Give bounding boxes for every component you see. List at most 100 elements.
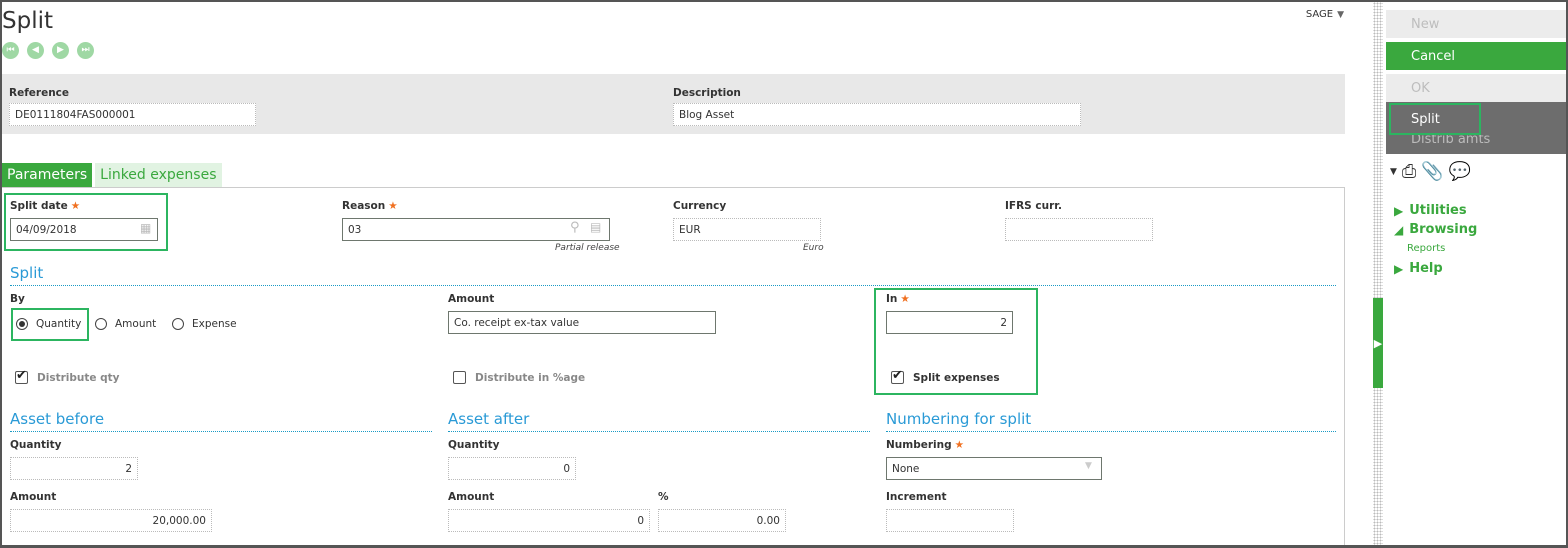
currency-label: Currency (673, 200, 727, 212)
reference-field[interactable]: DE0111804FAS000001 (9, 103, 256, 126)
asset-after-title: Asset after (448, 410, 530, 428)
split-date-field[interactable]: 04/09/2018 (10, 218, 158, 241)
asset-before-amount-field[interactable]: 20,000.00 (10, 509, 212, 532)
caret-down-icon: ▼ (1337, 10, 1344, 20)
checkbox-unchecked-icon (453, 371, 466, 384)
attachment-icon[interactable]: 📎 (1421, 163, 1443, 181)
user-menu-label: SAGE (1305, 9, 1334, 20)
search-icon[interactable]: ⚲ (570, 220, 580, 235)
asset-after-quantity-field[interactable]: 0 (448, 457, 576, 480)
menu-browsing[interactable]: ◢ Browsing (1394, 222, 1477, 237)
detail-list-icon[interactable]: ▤ (590, 220, 601, 234)
header-band: Reference DE0111804FAS000001 Description… (2, 74, 1345, 134)
tab-bar: Parameters Linked expenses (2, 163, 222, 187)
increment-label: Increment (886, 491, 947, 503)
by-label: By (10, 293, 25, 305)
ok-button[interactable]: OK (1386, 74, 1566, 102)
distribute-qty-label: Distribute qty (37, 371, 120, 384)
required-icon: ★ (388, 200, 398, 212)
radio-amount-label: Amount (115, 318, 157, 330)
asset-after-pct-label: % (658, 491, 669, 503)
radio-quantity[interactable]: Quantity (16, 318, 81, 330)
new-button[interactable]: New (1386, 10, 1566, 38)
expand-arrow-icon: ▶ (1373, 336, 1383, 350)
ifrs-currency-field[interactable] (1005, 218, 1153, 241)
record-navigation: ⏮ ◀ ▶ ⏭ (2, 42, 94, 59)
numbering-select[interactable]: None (886, 457, 1102, 480)
previous-record-icon[interactable]: ◀ (27, 42, 44, 59)
asset-after-divider (448, 431, 870, 432)
reason-label-text: Reason (342, 200, 386, 212)
currency-field[interactable]: EUR (673, 218, 821, 241)
asset-after-amount-field[interactable]: 0 (448, 509, 650, 532)
expand-panel-handle[interactable]: ▶ (1373, 298, 1383, 388)
cancel-button[interactable]: Cancel (1386, 42, 1566, 70)
dropdown-arrow-icon[interactable]: ▼ (1085, 461, 1092, 471)
reason-label: Reason ★ (342, 200, 398, 212)
split-date-label: Split date ★ (10, 200, 80, 212)
asset-before-quantity-label: Quantity (10, 439, 62, 451)
numbering-divider (886, 431, 1336, 432)
radio-unselected-icon (172, 318, 184, 330)
user-menu[interactable]: SAGE ▼ (1306, 9, 1344, 20)
amount-basis-field[interactable]: Co. receipt ex-tax value (448, 311, 716, 334)
next-record-icon[interactable]: ▶ (52, 42, 69, 59)
required-icon: ★ (70, 200, 81, 212)
distribute-pct-label: Distribute in %age (475, 371, 586, 384)
checkbox-checked-icon (15, 368, 28, 384)
required-icon: ★ (954, 439, 965, 451)
expand-triangle-icon: ▶ (1394, 203, 1404, 218)
split-date-label-text: Split date (10, 200, 68, 212)
caret-down-icon[interactable]: ▼ (1390, 167, 1397, 177)
in-label-text: In (886, 293, 898, 305)
radio-amount[interactable]: Amount (95, 318, 156, 330)
asset-before-amount-label: Amount (10, 491, 57, 503)
description-field[interactable]: Blog Asset (673, 103, 1081, 126)
print-icon[interactable]: ⎙ (1402, 163, 1416, 181)
numbering-title: Numbering for split (886, 410, 1032, 428)
split-section-divider (10, 285, 1336, 286)
numbering-label: Numbering ★ (886, 439, 964, 451)
content-border (1344, 188, 1345, 545)
tab-divider (2, 187, 1345, 188)
distribute-pct-checkbox[interactable]: Distribute in %age (453, 371, 585, 384)
description-label: Description (673, 87, 741, 99)
checkbox-checked-icon (891, 368, 904, 384)
action-panel: New Cancel OK Split Distrib amts ▼ ⎙ 📎 💬… (1386, 2, 1566, 545)
last-record-icon[interactable]: ⏭ (77, 42, 94, 59)
amount-basis-label: Amount (448, 293, 495, 305)
panel-splitter[interactable] (1373, 2, 1383, 545)
numbering-label-text: Numbering (886, 439, 952, 451)
tab-parameters[interactable]: Parameters (2, 163, 93, 187)
radio-expense[interactable]: Expense (172, 318, 237, 330)
expand-triangle-icon: ▶ (1394, 261, 1404, 276)
menu-utilities[interactable]: ▶ Utilities (1394, 203, 1467, 218)
asset-before-divider (10, 431, 432, 432)
asset-before-quantity-field[interactable]: 2 (10, 457, 138, 480)
calendar-icon[interactable]: ▦ (140, 221, 151, 235)
radio-quantity-label: Quantity (36, 318, 82, 330)
asset-after-pct-field[interactable]: 0.00 (658, 509, 786, 532)
menu-reports[interactable]: Reports (1407, 243, 1445, 254)
radio-expense-label: Expense (192, 318, 237, 330)
split-expenses-label: Split expenses (913, 371, 1000, 384)
reason-description: Partial release (555, 243, 620, 253)
first-record-icon[interactable]: ⏮ (2, 42, 19, 59)
tab-linked-expenses[interactable]: Linked expenses (95, 163, 222, 187)
main-form: Split ⏮ ◀ ▶ ⏭ SAGE ▼ Reference DE0111804F… (2, 2, 1372, 545)
increment-field[interactable] (886, 509, 1014, 532)
asset-after-quantity-label: Quantity (448, 439, 500, 451)
split-expenses-checkbox[interactable]: Split expenses (891, 368, 1000, 384)
collapse-triangle-icon: ◢ (1394, 222, 1404, 237)
menu-help-label: Help (1409, 261, 1443, 276)
in-field[interactable]: 2 (886, 311, 1013, 334)
menu-help[interactable]: ▶ Help (1394, 261, 1443, 276)
panel-toolbar: ▼ ⎙ 📎 💬 (1390, 163, 1471, 181)
radio-unselected-icon (95, 318, 107, 330)
asset-after-amount-label: Amount (448, 491, 495, 503)
page-title: Split (2, 8, 53, 34)
radio-selected-icon (16, 318, 28, 330)
distribute-qty-checkbox[interactable]: Distribute qty (15, 368, 120, 384)
comment-icon[interactable]: 💬 (1449, 163, 1471, 181)
currency-description: Euro (803, 243, 824, 253)
